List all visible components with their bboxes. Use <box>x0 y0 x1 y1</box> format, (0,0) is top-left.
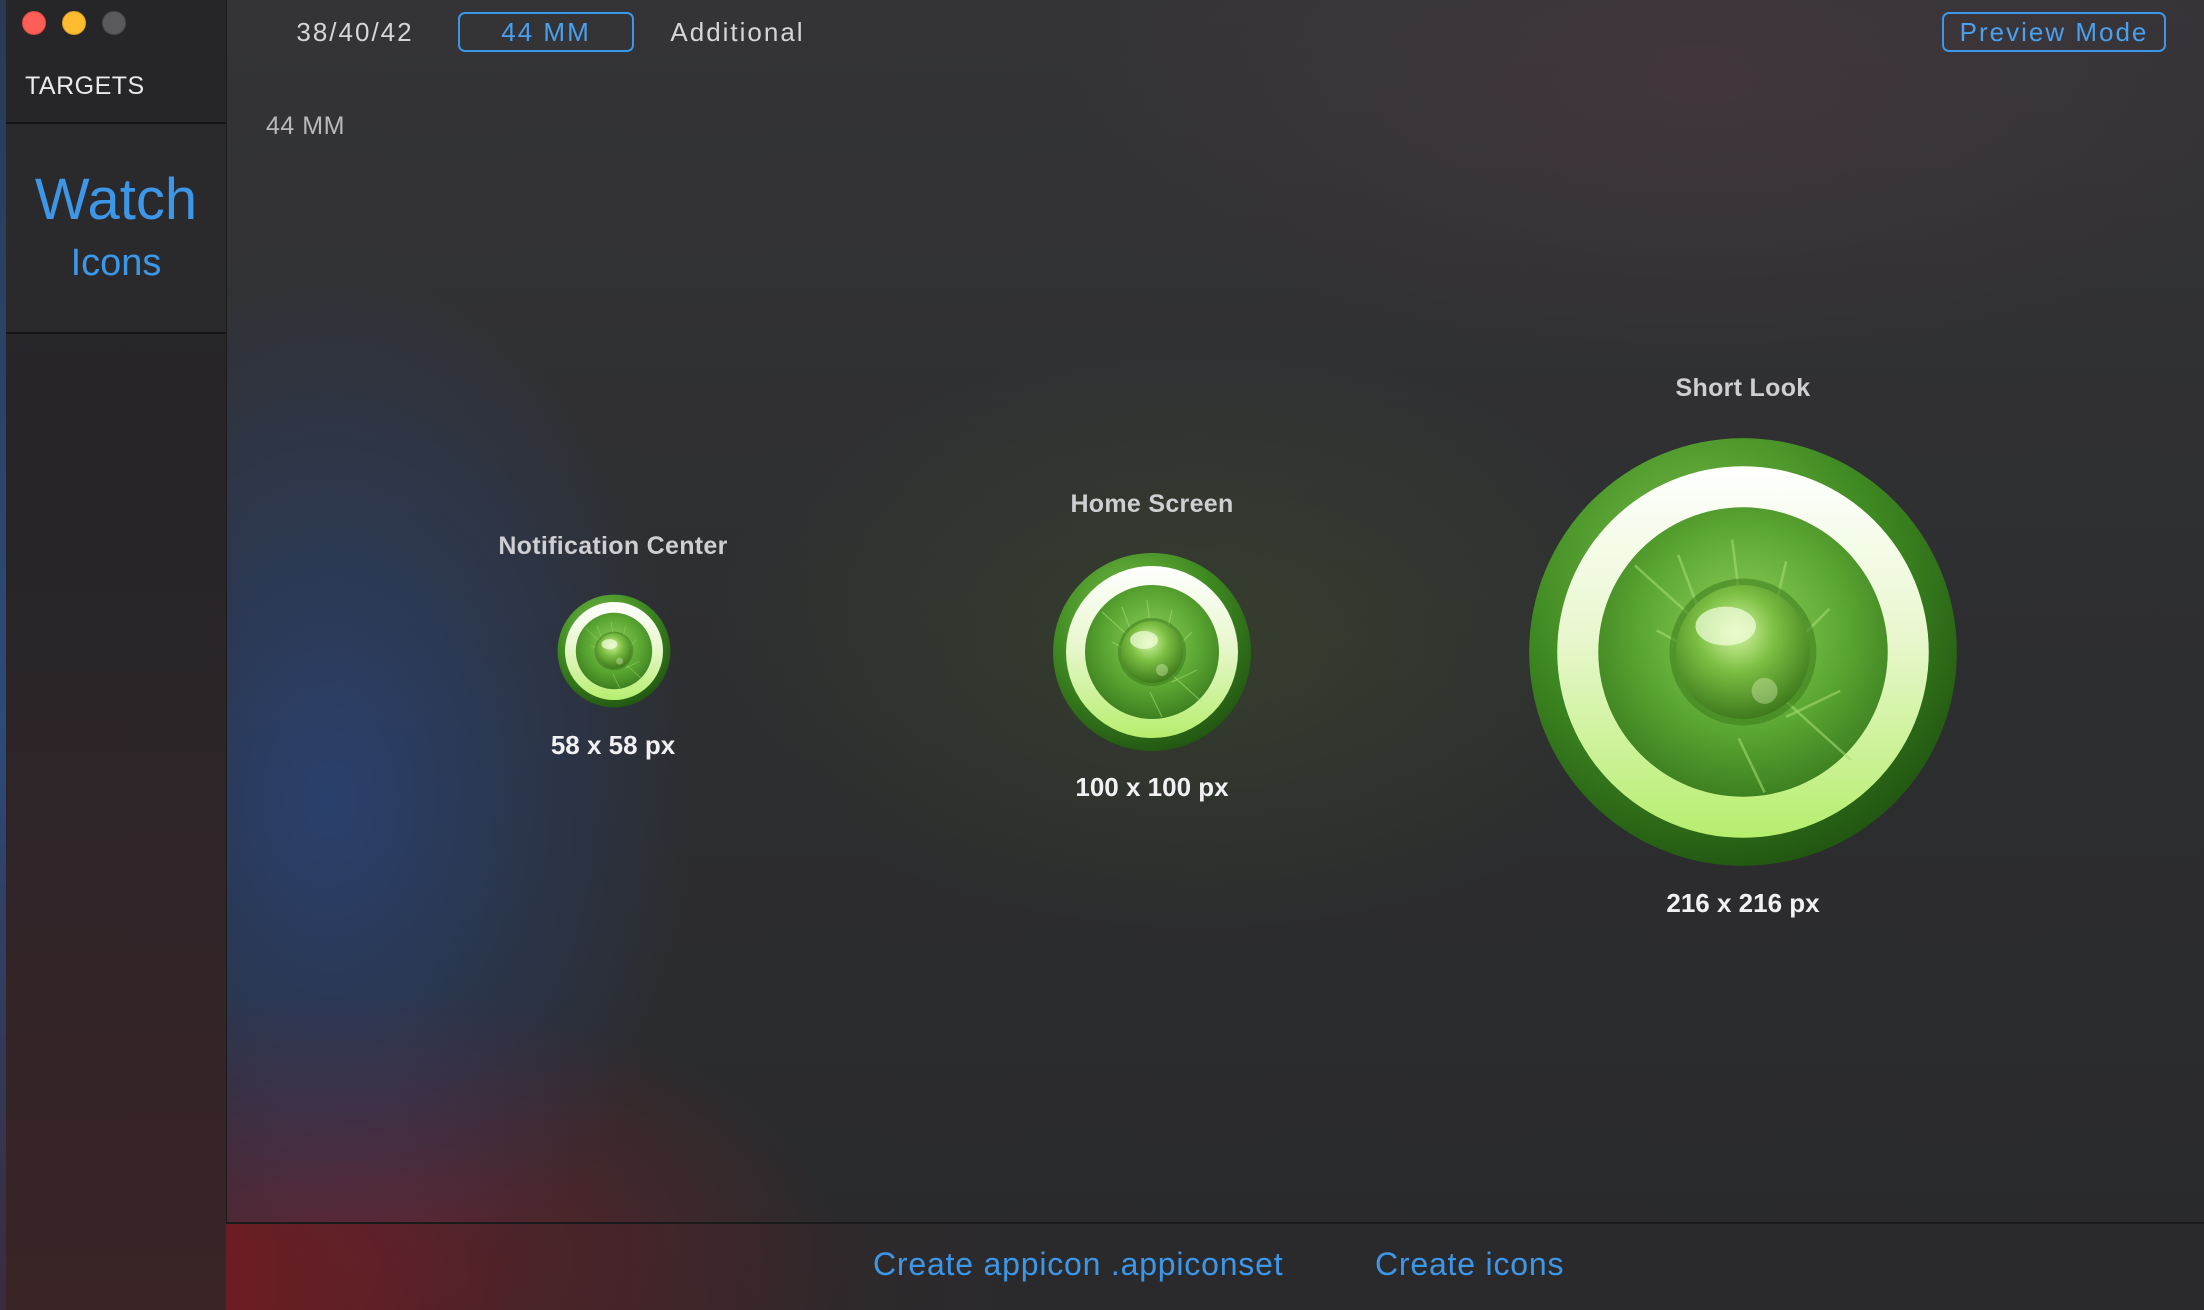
segment-additional[interactable]: Additional <box>650 12 825 52</box>
create-icons-button[interactable]: Create icons <box>1375 1246 1564 1283</box>
create-appiconset-button[interactable]: Create appicon .appiconset <box>873 1246 1283 1283</box>
home-screen-icon <box>1052 552 1252 752</box>
notification-center-label: Notification Center <box>498 532 728 560</box>
minimize-window-button[interactable] <box>62 11 86 35</box>
close-window-button[interactable] <box>22 11 46 35</box>
preview-mode-button[interactable]: Preview Mode <box>1942 12 2166 52</box>
sidebar: TARGETS Watch Icons <box>0 0 227 1310</box>
leaf-drop-icon <box>557 594 671 708</box>
home-screen-label: Home Screen <box>1070 490 1234 518</box>
sidebar-divider <box>6 332 226 334</box>
short-look-size: 216 x 216 px <box>1666 888 1820 918</box>
home-screen-size: 100 x 100 px <box>1075 772 1229 802</box>
zoom-window-button[interactable] <box>102 11 126 35</box>
target-subtitle: Icons <box>70 242 162 284</box>
leaf-drop-icon <box>1527 436 1959 868</box>
segment-44mm[interactable]: 44 MM <box>458 12 634 52</box>
targets-header: TARGETS <box>25 72 145 100</box>
app-window: TARGETS Watch Icons 38/40/42 44 MM Addit… <box>0 0 2204 1310</box>
notification-center-icon <box>557 594 671 708</box>
leaf-drop-icon <box>1052 552 1252 752</box>
short-look-icon <box>1527 436 1959 868</box>
sidebar-item-watch-icons[interactable]: Watch Icons <box>6 124 226 332</box>
segment-38-40-42[interactable]: 38/40/42 <box>275 12 435 52</box>
target-title: Watch <box>34 167 198 232</box>
notification-center-size: 58 x 58 px <box>550 730 676 760</box>
short-look-label: Short Look <box>1675 374 1811 402</box>
section-label: 44 MM <box>266 112 345 140</box>
